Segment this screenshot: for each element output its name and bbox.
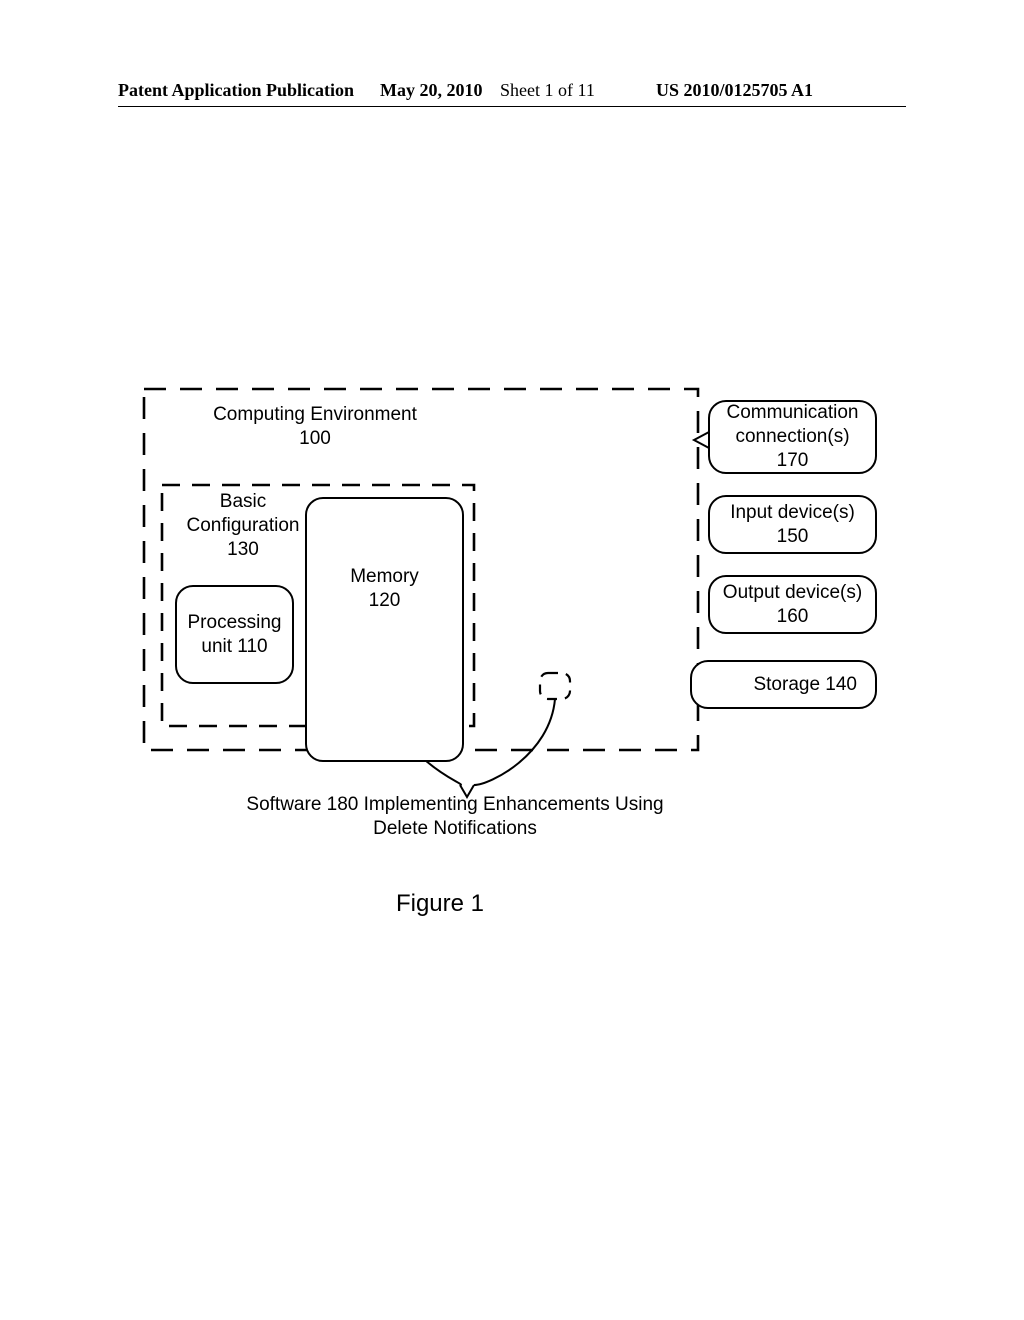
header-pubno: US 2010/0125705 A1 [656, 80, 813, 101]
processing-unit-text1: Processing [188, 611, 282, 635]
input-devices-box: Input device(s) 150 [708, 495, 877, 554]
memory-box: Memory 120 [305, 497, 464, 762]
figure-1-diagram: Computing Environment 100 Basic Configur… [140, 385, 760, 915]
input-ref: 150 [777, 525, 809, 549]
output-text1: Output device(s) [723, 581, 862, 605]
computing-environment-ref: 100 [299, 428, 331, 449]
computing-environment-text: Computing Environment [213, 404, 417, 425]
software-line2: Delete Notifications [373, 818, 537, 839]
header-date: May 20, 2010 [380, 80, 483, 101]
basic-configuration-text1: Basic [220, 491, 266, 512]
software-line1: Software 180 Implementing Enhancements U… [246, 794, 663, 815]
processing-unit-box: Processing unit 110 [175, 585, 294, 684]
computing-environment-label: Computing Environment 100 [165, 403, 465, 451]
memory-text1: Memory [350, 565, 419, 589]
communication-text1: Communication [727, 401, 859, 425]
header-sheet: Sheet 1 of 11 [500, 80, 595, 101]
basic-configuration-text2: Configuration [186, 515, 299, 536]
storage-box: Storage 140 [690, 660, 877, 709]
figure-caption: Figure 1 [140, 890, 740, 918]
communication-box: Communication connection(s) 170 [708, 400, 877, 474]
input-text1: Input device(s) [730, 501, 855, 525]
header-publication: Patent Application Publication [118, 80, 354, 101]
communication-ref: 170 [777, 449, 809, 473]
processing-unit-text2: unit 110 [201, 635, 267, 659]
storage-text: Storage 140 [753, 673, 857, 697]
basic-configuration-ref: 130 [227, 539, 259, 560]
software-caption: Software 180 Implementing Enhancements U… [210, 793, 700, 841]
header-rule [118, 106, 906, 107]
output-devices-box: Output device(s) 160 [708, 575, 877, 634]
memory-text2: 120 [369, 589, 401, 613]
basic-configuration-label: Basic Configuration 130 [173, 490, 313, 561]
output-ref: 160 [777, 605, 809, 629]
communication-text2: connection(s) [735, 425, 849, 449]
